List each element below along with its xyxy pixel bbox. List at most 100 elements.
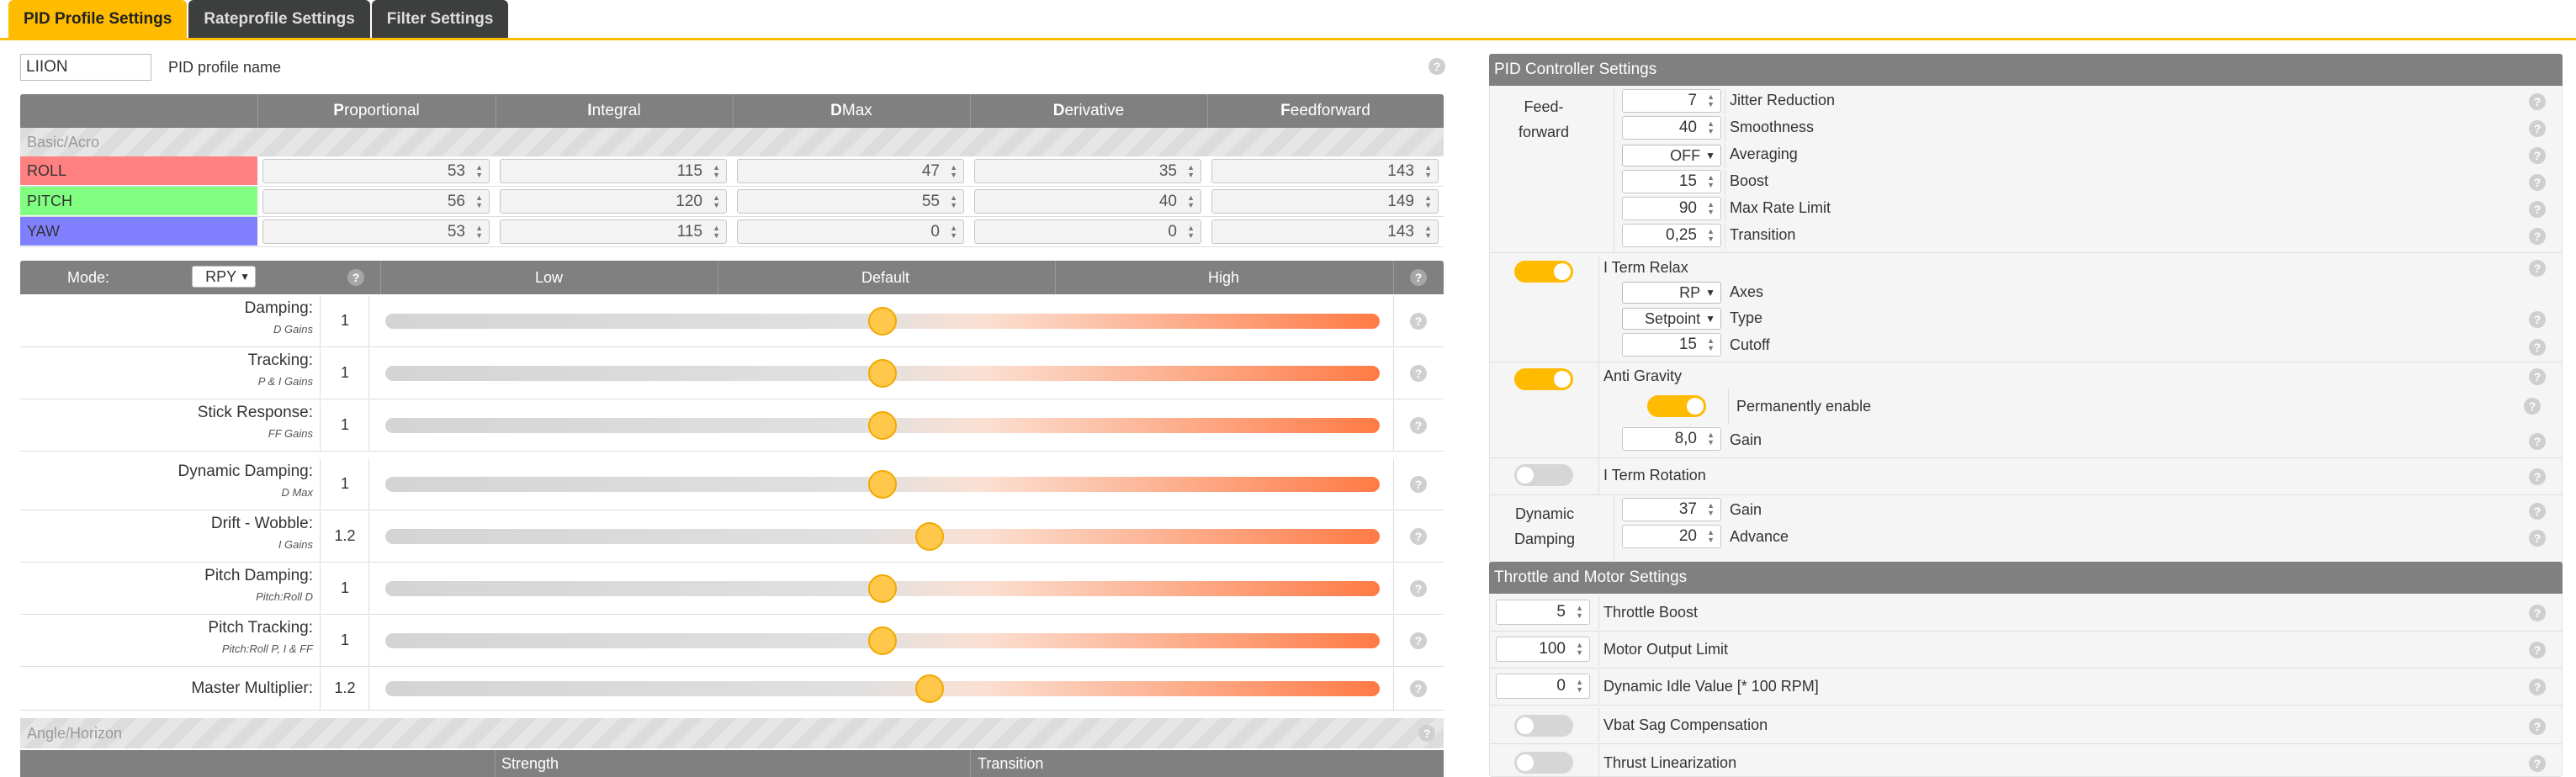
iterm-type-select[interactable]: Setpoint ▼: [1622, 308, 1721, 330]
spinner-icon[interactable]: ▲ ▼: [475, 224, 483, 240]
dyn-damping-gain-input[interactable]: 37 ▲ ▼: [1622, 498, 1721, 521]
slider-help-icon[interactable]: ?: [1410, 476, 1427, 493]
slider-handle[interactable]: [868, 307, 897, 336]
pid-pitch-input[interactable]: 120 ▲ ▼: [500, 189, 727, 214]
dyn-damping-advance-help-icon[interactable]: ?: [2529, 530, 2546, 547]
throttle-help-icon[interactable]: ?: [2529, 642, 2546, 658]
pid-pitch-input[interactable]: 149 ▲ ▼: [1211, 189, 1439, 214]
spinner-icon[interactable]: ▲ ▼: [1707, 174, 1715, 189]
spinner-icon[interactable]: ▲ ▼: [713, 224, 720, 240]
spinner-icon[interactable]: ▲ ▼: [1424, 163, 1432, 179]
spinner-icon[interactable]: ▲ ▼: [1707, 529, 1715, 544]
iterm-rotation-help-icon[interactable]: ?: [2529, 468, 2546, 485]
pid-roll-input[interactable]: 47 ▲ ▼: [737, 159, 964, 183]
slider-handle[interactable]: [915, 522, 945, 551]
slider-help-icon[interactable]: ?: [1410, 417, 1427, 434]
slider-track[interactable]: [385, 529, 1380, 544]
spinner-icon[interactable]: ▲ ▼: [950, 224, 957, 240]
iterm-cutoff-input[interactable]: 15 ▲ ▼: [1622, 333, 1721, 357]
slider-help-icon[interactable]: ?: [1410, 313, 1427, 330]
anti-gravity-gain-help-icon[interactable]: ?: [2529, 433, 2546, 450]
spinner-icon[interactable]: ▲ ▼: [1187, 163, 1195, 179]
ff-input[interactable]: 40 ▲ ▼: [1622, 116, 1721, 140]
anti-gravity-help-icon[interactable]: ?: [2529, 368, 2546, 385]
pid-pitch-input[interactable]: 55 ▲ ▼: [737, 189, 964, 214]
thrust-lin-help-icon[interactable]: ?: [2529, 755, 2546, 772]
iterm-relax-help-icon[interactable]: ?: [2529, 260, 2546, 277]
slider-help-icon[interactable]: ?: [1410, 365, 1427, 382]
spinner-icon[interactable]: ▲ ▼: [1707, 93, 1715, 108]
iterm-relax-toggle[interactable]: [1514, 261, 1573, 283]
tab-rateprofile[interactable]: Rateprofile Settings: [188, 0, 370, 39]
iterm-type-help-icon[interactable]: ?: [2529, 311, 2546, 328]
spinner-icon[interactable]: ▲ ▼: [1707, 228, 1715, 243]
pid-roll-input[interactable]: 35 ▲ ▼: [974, 159, 1201, 183]
slider-handle[interactable]: [868, 359, 897, 388]
slider-handle[interactable]: [868, 470, 897, 499]
spinner-icon[interactable]: ▲ ▼: [1187, 224, 1195, 240]
throttle-input[interactable]: 5 ▲ ▼: [1496, 600, 1590, 625]
throttle-input[interactable]: 100 ▲ ▼: [1496, 637, 1590, 662]
slider-handle[interactable]: [868, 626, 897, 655]
slider-track[interactable]: [385, 681, 1380, 696]
ff-input[interactable]: 0,25 ▲ ▼: [1622, 224, 1721, 247]
ff-averaging-select[interactable]: OFF ▼: [1622, 145, 1721, 166]
spinner-icon[interactable]: ▲ ▼: [1187, 193, 1195, 209]
pid-roll-input[interactable]: 53 ▲ ▼: [262, 159, 490, 183]
angle-help-icon[interactable]: ?: [1418, 725, 1435, 742]
spinner-icon[interactable]: ▲ ▼: [1424, 224, 1432, 240]
spinner-icon[interactable]: ▲ ▼: [950, 163, 957, 179]
permanently-enable-toggle[interactable]: [1647, 395, 1706, 417]
anti-gravity-toggle[interactable]: [1514, 368, 1573, 390]
ff-help-icon[interactable]: ?: [2529, 147, 2546, 164]
spinner-icon[interactable]: ▲ ▼: [1707, 502, 1715, 517]
ff-help-icon[interactable]: ?: [2529, 174, 2546, 191]
throttle-help-icon[interactable]: ?: [2529, 605, 2546, 621]
ff-help-icon[interactable]: ?: [2529, 93, 2546, 110]
slider-help-icon[interactable]: ?: [1410, 528, 1427, 545]
dyn-damping-gain-help-icon[interactable]: ?: [2529, 503, 2546, 520]
pid-yaw-input[interactable]: 115 ▲ ▼: [500, 219, 727, 244]
spinner-icon[interactable]: ▲ ▼: [713, 163, 720, 179]
ff-help-icon[interactable]: ?: [2529, 228, 2546, 245]
vbat-sag-toggle[interactable]: [1514, 715, 1573, 737]
spinner-icon[interactable]: ▲ ▼: [1576, 605, 1583, 620]
pid-roll-input[interactable]: 143 ▲ ▼: [1211, 159, 1439, 183]
ff-help-icon[interactable]: ?: [2529, 201, 2546, 218]
spinner-icon[interactable]: ▲ ▼: [1576, 679, 1583, 694]
spinner-icon[interactable]: ▲ ▼: [1707, 120, 1715, 135]
ff-input[interactable]: 15 ▲ ▼: [1622, 170, 1721, 193]
ff-input[interactable]: 90 ▲ ▼: [1622, 197, 1721, 220]
iterm-rotation-toggle[interactable]: [1514, 464, 1573, 486]
profile-help-icon[interactable]: ?: [1428, 58, 1445, 75]
throttle-help-icon[interactable]: ?: [2529, 679, 2546, 695]
spinner-icon[interactable]: ▲ ▼: [1424, 193, 1432, 209]
slider-handle[interactable]: [868, 574, 897, 603]
pid-pitch-input[interactable]: 56 ▲ ▼: [262, 189, 490, 214]
iterm-axes-select[interactable]: RP ▼: [1622, 282, 1721, 304]
spinner-icon[interactable]: ▲ ▼: [713, 193, 720, 209]
ff-input[interactable]: 7 ▲ ▼: [1622, 89, 1721, 113]
anti-gravity-gain-input[interactable]: 8,0 ▲ ▼: [1622, 427, 1721, 451]
tab-filter[interactable]: Filter Settings: [371, 0, 509, 39]
pid-pitch-input[interactable]: 40 ▲ ▼: [974, 189, 1201, 214]
spinner-icon[interactable]: ▲ ▼: [1707, 337, 1715, 352]
slider-help-icon[interactable]: ?: [1410, 580, 1427, 597]
spinner-icon[interactable]: ▲ ▼: [1576, 642, 1583, 657]
pid-yaw-input[interactable]: 0 ▲ ▼: [974, 219, 1201, 244]
permanently-enable-help-icon[interactable]: ?: [2524, 398, 2541, 415]
thrust-lin-toggle[interactable]: [1514, 752, 1573, 774]
mode-help-icon[interactable]: ?: [347, 269, 364, 286]
pid-yaw-input[interactable]: 143 ▲ ▼: [1211, 219, 1439, 244]
slider-handle[interactable]: [915, 674, 945, 703]
spinner-icon[interactable]: ▲ ▼: [950, 193, 957, 209]
profile-name-input[interactable]: LIION: [20, 54, 151, 81]
dyn-damping-advance-input[interactable]: 20 ▲ ▼: [1622, 525, 1721, 548]
spinner-icon[interactable]: ▲ ▼: [1707, 201, 1715, 216]
mode-select[interactable]: RPY ▼: [192, 266, 256, 288]
throttle-input[interactable]: 0 ▲ ▼: [1496, 674, 1590, 699]
pid-yaw-input[interactable]: 0 ▲ ▼: [737, 219, 964, 244]
slider-help-icon[interactable]: ?: [1410, 680, 1427, 697]
iterm-cutoff-help-icon[interactable]: ?: [2529, 339, 2546, 356]
tab-pid-profile[interactable]: PID Profile Settings: [8, 0, 188, 39]
